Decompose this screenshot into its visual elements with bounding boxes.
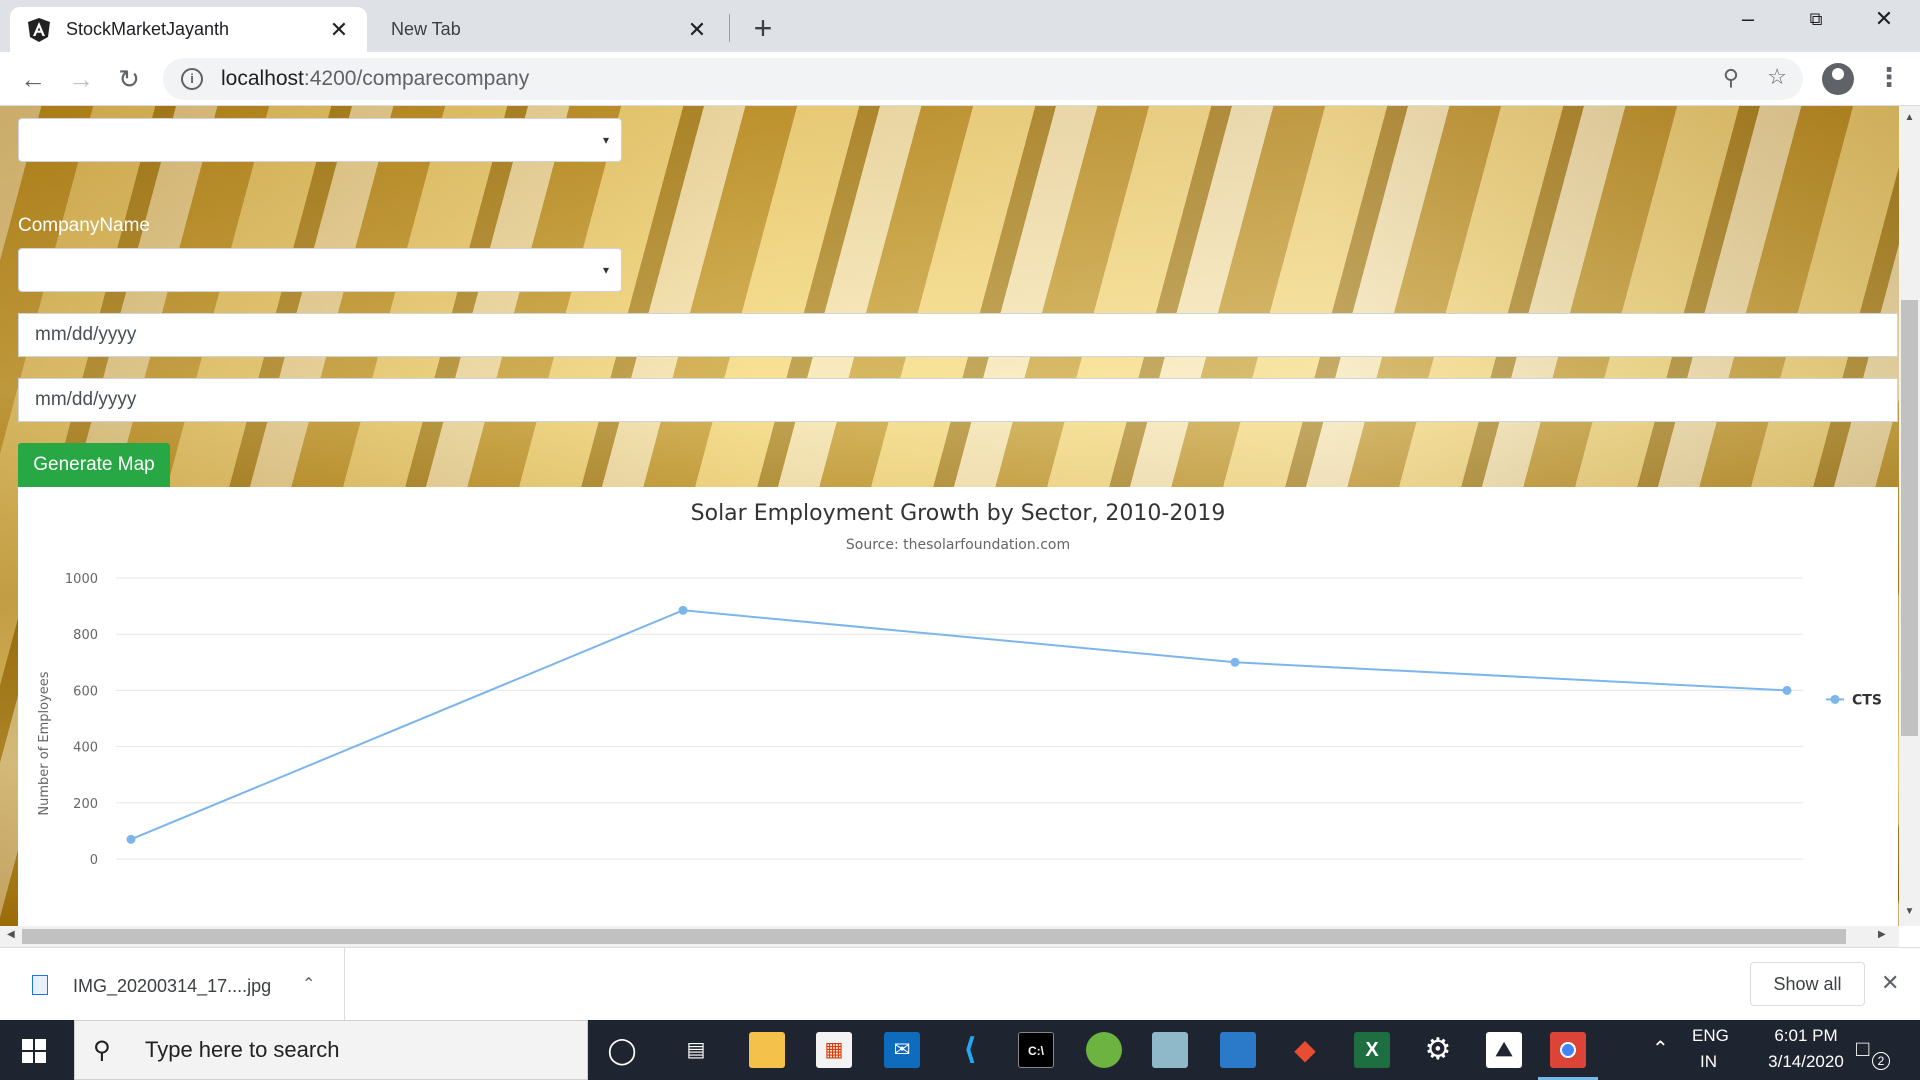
microsoft-store-icon[interactable]: ▦ xyxy=(816,1032,852,1068)
tray-chevron-up-icon[interactable]: ⌃ xyxy=(1652,1036,1669,1061)
address-bar[interactable]: i localhost:4200/comparecompany ⚲ ☆ xyxy=(163,58,1803,100)
scroll-down-icon[interactable]: ▼ xyxy=(1899,906,1920,917)
close-tab-icon[interactable]: ✕ xyxy=(685,17,709,43)
chevron-down-icon: ▾ xyxy=(602,133,609,147)
vertical-scroll-thumb[interactable] xyxy=(1901,300,1918,736)
windows-taskbar: ⚲ Type here to search ◯ ▤ ▦ ✉ ⟨ C:\ ◆ X … xyxy=(0,1020,1920,1080)
region-indicator[interactable]: IN xyxy=(1700,1052,1717,1072)
notification-badge: 2 xyxy=(1872,1052,1890,1070)
y-tick-label: 400 xyxy=(73,741,98,756)
tab-new-tab[interactable]: New Tab ✕ xyxy=(375,7,725,52)
bookmark-star-icon[interactable]: ☆ xyxy=(1767,64,1787,90)
scroll-up-icon[interactable]: ▲ xyxy=(1899,112,1920,123)
browser-toolbar: ← → ↻ i localhost:4200/comparecompany ⚲ … xyxy=(0,52,1920,106)
data-point xyxy=(1230,657,1240,667)
cortana-icon[interactable]: ◯ xyxy=(604,1032,640,1068)
download-item[interactable]: IMG_20200314_17....jpg ⌃ xyxy=(0,948,345,1021)
scroll-right-icon[interactable]: ▶ xyxy=(1878,929,1886,940)
angular-icon xyxy=(28,17,50,42)
scroll-left-icon[interactable]: ◀ xyxy=(7,929,15,940)
settings-gear-icon[interactable]: ⚙ xyxy=(1420,1032,1456,1068)
forward-icon[interactable]: → xyxy=(64,62,98,96)
data-point xyxy=(126,834,136,844)
git-icon[interactable]: ◆ xyxy=(1287,1032,1323,1068)
command-prompt-icon[interactable]: C:\ xyxy=(1018,1032,1054,1068)
vscode-icon[interactable]: ⟨ xyxy=(952,1032,988,1068)
clock-time[interactable]: 6:01 PM xyxy=(1756,1026,1856,1046)
chevron-up-icon[interactable]: ⌃ xyxy=(302,974,315,994)
window-close-icon[interactable]: ✕ xyxy=(1864,6,1904,32)
task-view-icon[interactable]: ▤ xyxy=(678,1032,714,1068)
menu-kebab-icon[interactable]: ⋮ xyxy=(1876,62,1902,93)
chrome-icon[interactable] xyxy=(1538,1032,1598,1080)
photos-icon[interactable]: ⛰ xyxy=(1486,1032,1522,1068)
reload-icon[interactable]: ↻ xyxy=(112,62,146,96)
to-date-input[interactable]: mm/dd/yyyy xyxy=(18,378,1898,422)
y-tick-label: 0 xyxy=(90,853,98,868)
legend-label: CTS xyxy=(1852,692,1882,708)
y-tick-label: 200 xyxy=(73,797,98,812)
excel-icon[interactable]: X xyxy=(1354,1032,1390,1068)
company-name-select[interactable]: ▾ xyxy=(18,248,622,292)
y-axis-title: Number of Employees xyxy=(37,671,52,815)
chevron-down-icon: ▾ xyxy=(602,263,609,277)
y-tick-label: 1000 xyxy=(65,572,98,587)
series-line-cts xyxy=(130,609,1788,841)
restore-icon[interactable]: ⧉ xyxy=(1796,9,1836,30)
from-date-input[interactable]: mm/dd/yyyy xyxy=(18,313,1898,357)
download-bar: IMG_20200314_17....jpg ⌃ Show all ✕ xyxy=(0,947,1920,1021)
data-point xyxy=(1782,685,1792,695)
data-point xyxy=(678,605,688,615)
image-file-icon xyxy=(32,975,48,995)
close-download-bar-icon[interactable]: ✕ xyxy=(1881,970,1899,996)
generate-map-button[interactable]: Generate Map xyxy=(18,443,170,487)
file-explorer-icon[interactable] xyxy=(749,1032,785,1068)
notepad-icon[interactable] xyxy=(1152,1032,1188,1068)
back-icon[interactable]: ← xyxy=(16,62,50,96)
y-tick-label: 800 xyxy=(73,628,98,643)
y-tick-label: 600 xyxy=(73,684,98,699)
chart-container: Solar Employment Growth by Sector, 2010-… xyxy=(18,487,1898,926)
clock-date[interactable]: 3/14/2020 xyxy=(1744,1052,1868,1072)
zoom-icon[interactable]: ⚲ xyxy=(1723,65,1739,91)
taskbar-search-placeholder: Type here to search xyxy=(145,1037,340,1062)
tab-divider xyxy=(729,14,730,42)
line-chart: 0 200 400 600 800 1000 Number of Employees CTS xyxy=(37,572,1882,868)
url-path: :4200/comparecompany xyxy=(303,67,530,90)
tab-title: StockMarketJayanth xyxy=(66,19,230,39)
company-name-label: CompanyName xyxy=(18,215,150,236)
mail-icon[interactable]: ✉ xyxy=(884,1032,920,1068)
windows-start-icon[interactable] xyxy=(22,1039,46,1063)
taskbar-search-box[interactable]: ⚲ Type here to search xyxy=(74,1020,588,1080)
profile-avatar-icon[interactable] xyxy=(1822,63,1854,95)
horizontal-scrollbar[interactable]: ◀ ▶ xyxy=(0,926,1899,947)
horizontal-scroll-thumb[interactable] xyxy=(22,929,1846,944)
notification-icon[interactable]: □ xyxy=(1856,1036,1869,1062)
new-tab-button[interactable]: + xyxy=(748,10,778,47)
url-host: localhost xyxy=(221,67,304,90)
remote-desktop-icon[interactable] xyxy=(1220,1032,1256,1068)
show-all-button[interactable]: Show all xyxy=(1750,962,1865,1006)
language-indicator[interactable]: ENG xyxy=(1692,1026,1729,1046)
tab-title: New Tab xyxy=(391,19,461,39)
tab-strip: StockMarketJayanth ✕ New Tab ✕ + – ⧉ ✕ xyxy=(0,0,1920,52)
site-info-icon[interactable]: i xyxy=(181,68,203,90)
spring-tool-icon[interactable] xyxy=(1086,1032,1122,1068)
legend-marker xyxy=(1830,694,1840,704)
vertical-scrollbar[interactable]: ▲ ▼ xyxy=(1899,106,1920,926)
minimize-icon[interactable]: – xyxy=(1728,6,1768,32)
close-tab-icon[interactable]: ✕ xyxy=(327,17,351,43)
tab-stockmarket[interactable]: StockMarketJayanth ✕ xyxy=(10,7,367,52)
stock-exchange-select[interactable]: ▾ xyxy=(18,118,622,162)
download-file-name: IMG_20200314_17....jpg xyxy=(73,976,272,996)
search-icon: ⚲ xyxy=(93,1036,111,1064)
page-viewport: ▾ CompanyName ▾ mm/dd/yyyy mm/dd/yyyy Ge… xyxy=(0,106,1899,926)
